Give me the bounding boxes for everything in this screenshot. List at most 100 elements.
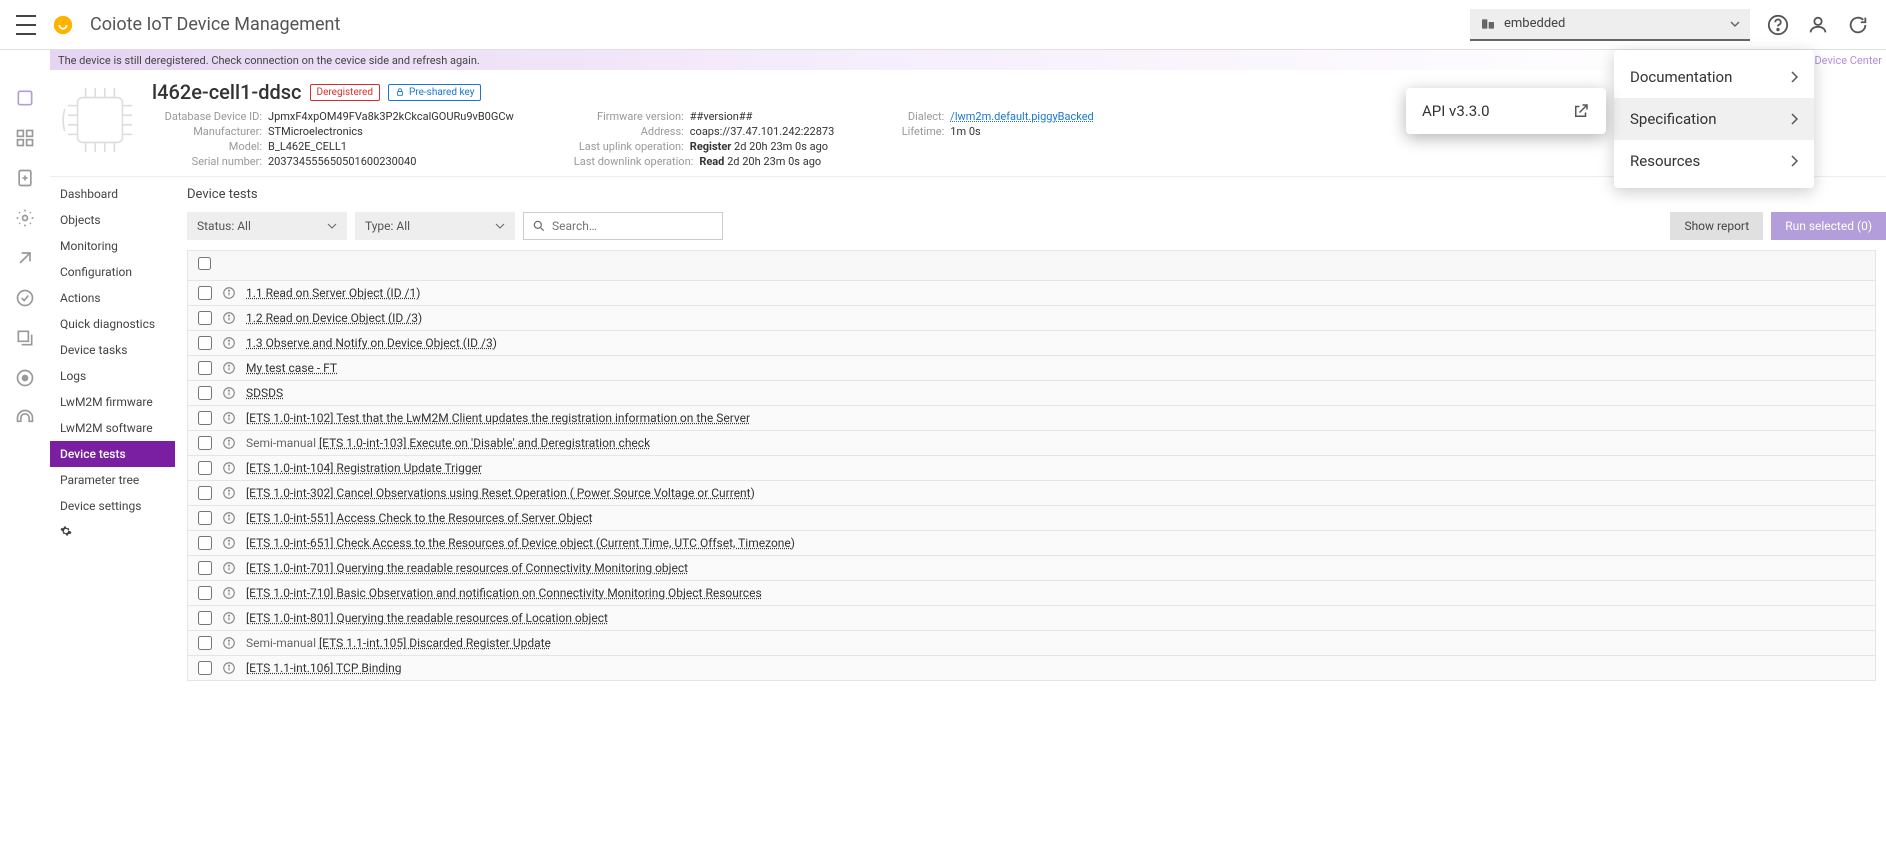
test-checkbox[interactable] <box>198 361 212 375</box>
sidenav-item-actions[interactable]: Actions <box>50 285 175 311</box>
test-checkbox[interactable] <box>198 461 212 475</box>
test-checkbox[interactable] <box>198 661 212 675</box>
lock-icon <box>395 87 405 97</box>
info-icon[interactable] <box>222 286 236 300</box>
type-filter[interactable]: Type: All <box>355 212 515 240</box>
rail-icon-4[interactable] <box>15 208 35 228</box>
sidenav-item-logs[interactable]: Logs <box>50 363 175 389</box>
sidenav-item-device-settings[interactable]: Device settings <box>50 493 175 519</box>
test-link[interactable]: [ETS 1.0-int-801] Querying the readable … <box>246 611 608 625</box>
rail-icon-6[interactable] <box>15 288 35 308</box>
test-checkbox[interactable] <box>198 511 212 525</box>
test-link[interactable]: [ETS 1.1-int.106] TCP Binding <box>246 661 401 675</box>
test-checkbox[interactable] <box>198 286 212 300</box>
rail-icon-1[interactable] <box>15 88 35 108</box>
sidenav-item-objects[interactable]: Objects <box>50 207 175 233</box>
addr-value: coaps://37.47.101.242:22873 <box>690 125 835 138</box>
info-icon[interactable] <box>222 436 236 450</box>
menu-icon[interactable] <box>16 15 36 35</box>
test-link[interactable]: [ETS 1.0-int-102] Test that the LwM2M Cl… <box>246 411 750 425</box>
test-checkbox[interactable] <box>198 411 212 425</box>
rail-icon-2[interactable] <box>15 128 35 148</box>
test-checkbox[interactable] <box>198 561 212 575</box>
test-checkbox[interactable] <box>198 636 212 650</box>
tests-toolbar: Status: All Type: All Show report Run se… <box>187 212 1886 240</box>
test-checkbox[interactable] <box>198 611 212 625</box>
refresh-icon[interactable] <box>1846 13 1870 37</box>
select-all-checkbox[interactable] <box>198 257 211 270</box>
test-link[interactable]: 1.2 Read on Device Object (ID /3) <box>246 311 422 325</box>
test-checkbox[interactable] <box>198 386 212 400</box>
info-icon[interactable] <box>222 311 236 325</box>
sidenav-settings-icon[interactable] <box>50 519 175 543</box>
run-selected-button[interactable]: Run selected (0) <box>1771 212 1886 240</box>
help-menu-specification[interactable]: Specification <box>1614 98 1814 140</box>
sidenav-item-monitoring[interactable]: Monitoring <box>50 233 175 259</box>
test-checkbox[interactable] <box>198 311 212 325</box>
rail-icon-9[interactable] <box>15 408 35 428</box>
info-icon[interactable] <box>222 336 236 350</box>
test-link[interactable]: [ETS 1.0-int-710] Basic Observation and … <box>246 586 762 600</box>
manufacturer-value: STMicroelectronics <box>268 125 363 138</box>
search-input[interactable] <box>552 219 714 233</box>
sidenav-item-parameter-tree[interactable]: Parameter tree <box>50 467 175 493</box>
info-icon[interactable] <box>222 611 236 625</box>
sidenav-item-lwm2m-software[interactable]: LwM2M software <box>50 415 175 441</box>
test-link[interactable]: [ETS 1.0-int-701] Querying the readable … <box>246 561 688 575</box>
domain-select[interactable]: embedded <box>1470 9 1750 41</box>
rail-icon-5[interactable] <box>15 248 35 268</box>
status-filter[interactable]: Status: All <box>187 212 347 240</box>
test-checkbox[interactable] <box>198 536 212 550</box>
test-link[interactable]: [ETS 1.0-int-103] Execute on 'Disable' a… <box>319 436 650 450</box>
info-icon[interactable] <box>222 536 236 550</box>
account-icon[interactable] <box>1806 13 1830 37</box>
help-icon[interactable] <box>1766 13 1790 37</box>
info-icon[interactable] <box>222 586 236 600</box>
security-badge: Pre-shared key <box>388 84 481 101</box>
status-badge: Deregistered <box>310 84 380 101</box>
rail-icon-7[interactable] <box>15 328 35 348</box>
last-up-time[interactable]: 2d 20h 23m 0s ago <box>734 140 828 153</box>
sidenav-item-device-tests[interactable]: Device tests <box>50 441 175 467</box>
info-icon[interactable] <box>222 486 236 500</box>
chevron-down-icon <box>495 221 505 231</box>
rail-icon-3[interactable] <box>15 168 35 188</box>
test-checkbox[interactable] <box>198 436 212 450</box>
info-icon[interactable] <box>222 461 236 475</box>
test-link[interactable]: [ETS 1.0-int-551] Access Check to the Re… <box>246 511 593 525</box>
fw-label: Firmware version: <box>574 110 684 123</box>
sidenav-item-configuration[interactable]: Configuration <box>50 259 175 285</box>
test-link[interactable]: [ETS 1.1-int.105] Discarded Register Upd… <box>319 636 551 650</box>
test-link[interactable]: SDSDS <box>246 386 283 400</box>
info-icon[interactable] <box>222 561 236 575</box>
test-row: My test case - FT <box>187 356 1876 381</box>
sidenav-item-dashboard[interactable]: Dashboard <box>50 181 175 207</box>
test-link[interactable]: [ETS 1.0-int-651] Check Access to the Re… <box>246 536 795 550</box>
test-link[interactable]: [ETS 1.0-int-302] Cancel Observations us… <box>246 486 755 500</box>
sidenav-item-device-tasks[interactable]: Device tasks <box>50 337 175 363</box>
test-link[interactable]: 1.3 Observe and Notify on Device Object … <box>246 336 497 350</box>
info-icon[interactable] <box>222 386 236 400</box>
test-checkbox[interactable] <box>198 486 212 500</box>
last-dn-time[interactable]: 2d 20h 23m 0s ago <box>727 155 821 168</box>
test-checkbox[interactable] <box>198 586 212 600</box>
test-link[interactable]: 1.1 Read on Server Object (ID /1) <box>246 286 420 300</box>
test-checkbox[interactable] <box>198 336 212 350</box>
help-menu-documentation[interactable]: Documentation <box>1614 56 1814 98</box>
sidenav-item-lwm2m-firmware[interactable]: LwM2M firmware <box>50 389 175 415</box>
info-icon[interactable] <box>222 636 236 650</box>
info-icon[interactable] <box>222 661 236 675</box>
test-link[interactable]: [ETS 1.0-int-104] Registration Update Tr… <box>246 461 482 475</box>
test-link[interactable]: My test case - FT <box>246 361 337 375</box>
rail-icon-8[interactable] <box>15 368 35 388</box>
db-id-label: Database Device ID: <box>152 110 262 123</box>
help-menu-resources[interactable]: Resources <box>1614 140 1814 182</box>
api-popup[interactable]: API v3.3.0 <box>1406 88 1606 134</box>
dialect-value[interactable]: /lwm2m.default.piggyBacked <box>950 110 1093 123</box>
domain-icon <box>1480 16 1496 32</box>
info-icon[interactable] <box>222 411 236 425</box>
info-icon[interactable] <box>222 361 236 375</box>
sidenav-item-quick-diagnostics[interactable]: Quick diagnostics <box>50 311 175 337</box>
info-icon[interactable] <box>222 511 236 525</box>
show-report-button[interactable]: Show report <box>1670 212 1763 240</box>
